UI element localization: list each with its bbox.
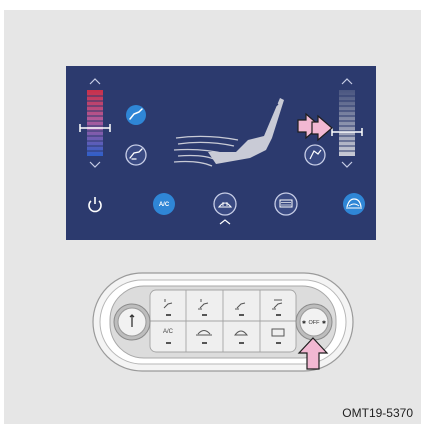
pointer-arrow-icon-2 [311, 114, 333, 142]
airflow-illustration [173, 98, 284, 167]
fan-auto-button[interactable] [304, 144, 326, 166]
fan-off-knob[interactable]: ✱ OFF ✱ [295, 303, 333, 341]
climate-screen: A/C [66, 66, 376, 240]
front-defrost-button[interactable] [213, 192, 237, 216]
recirculation-button[interactable] [343, 193, 365, 215]
pointer-up-arrow-icon [297, 337, 329, 370]
climate-screen-graphics: A/C [79, 78, 365, 225]
temp-up-arrow-icon[interactable] [89, 78, 101, 85]
mode-button-face[interactable] [126, 105, 146, 125]
ac-label: A/C [159, 202, 170, 208]
temp-down-arrow-icon[interactable] [89, 161, 101, 168]
figure-frame: A/C A/C ✱ OFF ✱ OMT19-5370 [4, 10, 421, 424]
temperature-knob[interactable] [113, 303, 151, 341]
figure-code: OMT19-5370 [342, 406, 413, 420]
temperature-slider[interactable] [79, 78, 111, 168]
rear-defrost-button[interactable] [274, 192, 298, 216]
fan-speed-slider[interactable] [331, 78, 363, 168]
power-button[interactable] [88, 197, 102, 213]
panel-ac-label: A/C [163, 329, 174, 335]
expand-up-icon[interactable] [219, 219, 231, 225]
mode-button-floor[interactable] [125, 144, 147, 166]
fan-down-arrow-icon[interactable] [341, 161, 353, 168]
panel-button-grid: A/C [149, 289, 297, 353]
fan-up-arrow-icon[interactable] [341, 78, 353, 85]
fan-off-label: OFF [309, 320, 321, 326]
